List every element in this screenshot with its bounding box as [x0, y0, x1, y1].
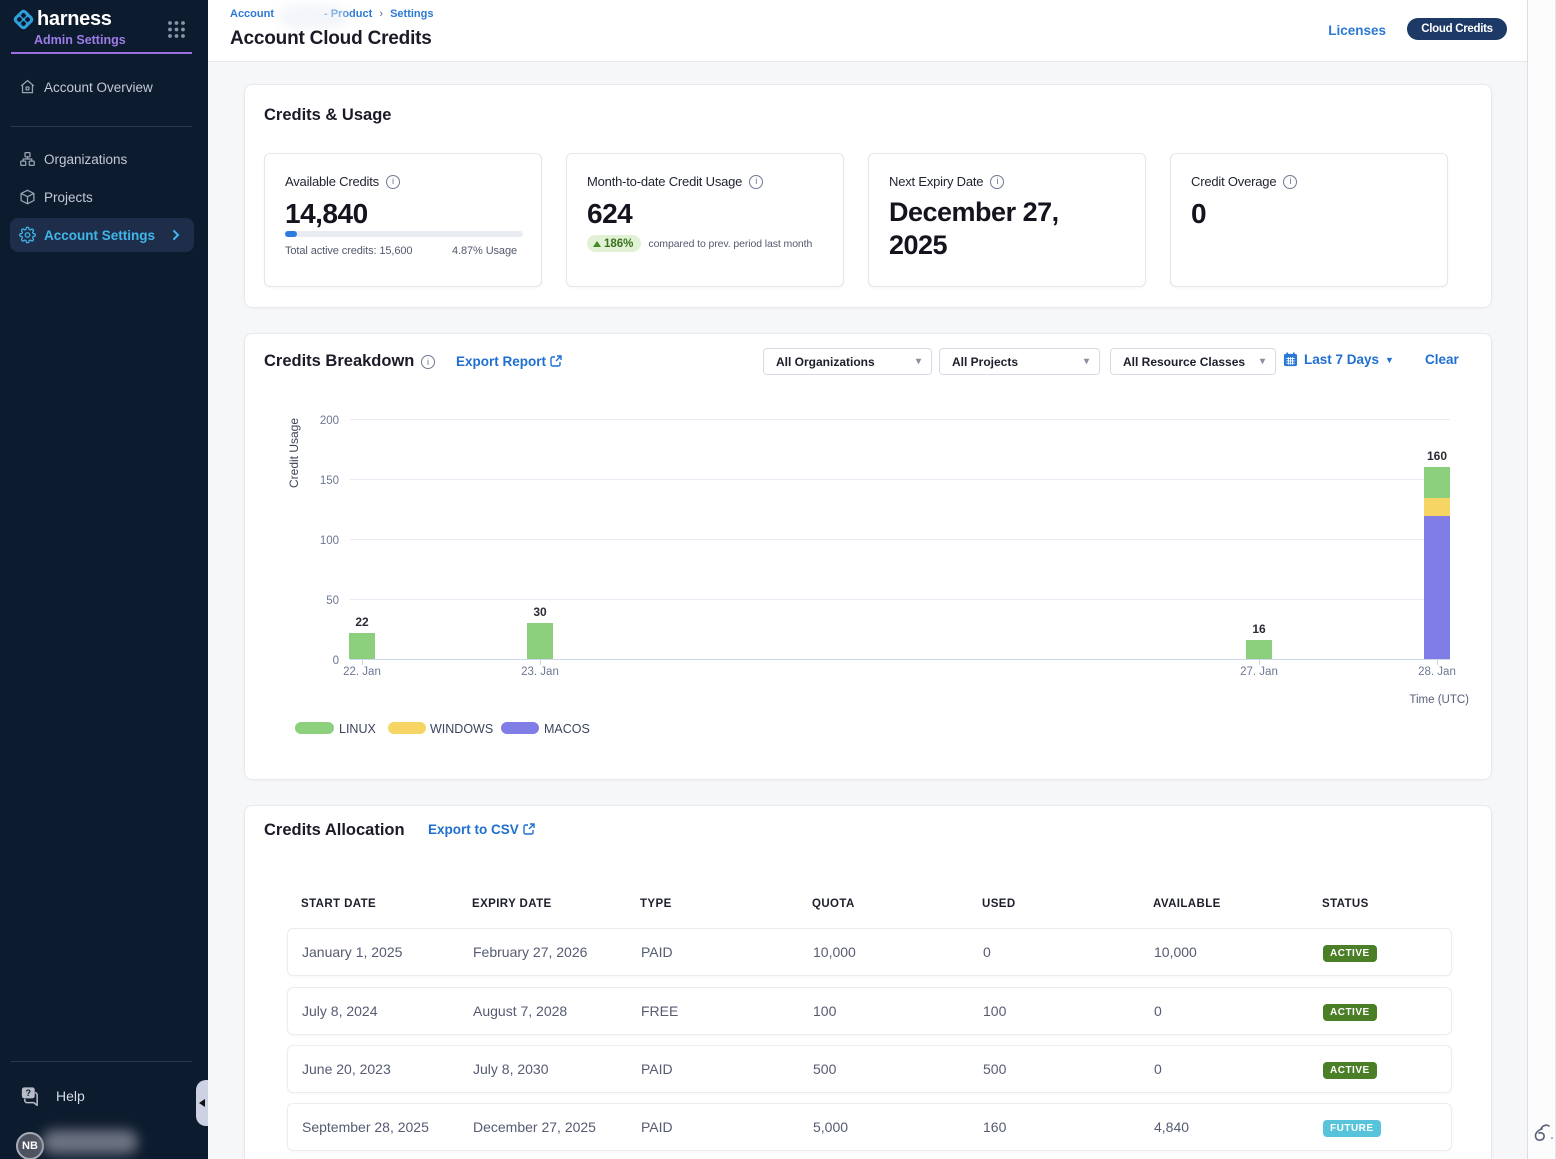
svg-text:30: 30	[533, 605, 547, 619]
svg-text:16: 16	[1252, 622, 1266, 636]
svg-text:MACOS: MACOS	[544, 722, 590, 736]
svg-text:0: 0	[333, 655, 339, 667]
svg-text:23. Jan: 23. Jan	[521, 666, 559, 678]
svg-text:WINDOWS: WINDOWS	[430, 722, 493, 736]
svg-text:100: 100	[320, 535, 339, 547]
svg-text:28. Jan: 28. Jan	[1418, 666, 1456, 678]
svg-text:22. Jan: 22. Jan	[343, 666, 381, 678]
svg-text:27. Jan: 27. Jan	[1240, 666, 1278, 678]
svg-text:150: 150	[320, 475, 339, 487]
svg-text:Time (UTC): Time (UTC)	[1409, 694, 1469, 706]
svg-text:50: 50	[326, 595, 339, 607]
svg-text:Credit Usage: Credit Usage	[287, 418, 301, 488]
svg-text:?: ?	[25, 1088, 31, 1098]
svg-text:200: 200	[320, 415, 339, 427]
svg-text:LINUX: LINUX	[339, 722, 376, 736]
svg-text:22: 22	[355, 615, 369, 629]
svg-text:160: 160	[1427, 449, 1447, 463]
